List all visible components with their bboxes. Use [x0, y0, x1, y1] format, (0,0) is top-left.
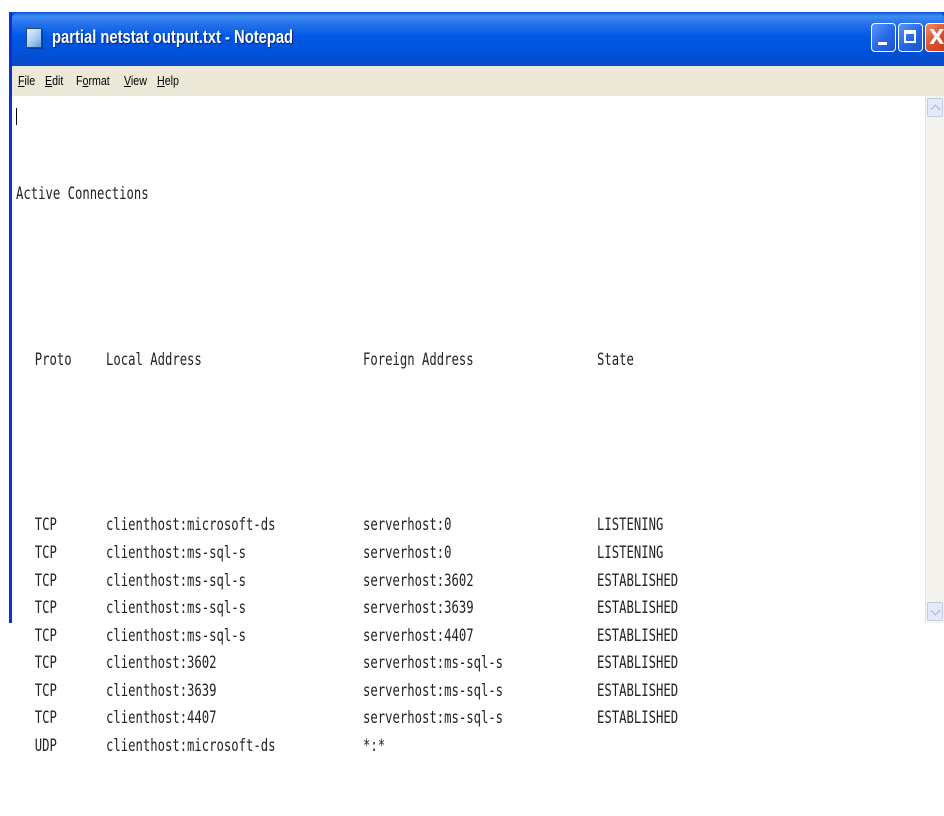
proto-cell: TCP: [34, 708, 57, 729]
table-row: TCP clienthost:3602 serverhost:ms-sql-s EST…: [16, 650, 741, 678]
table-row: UDP clienthost:microsoft-ds *:*: [16, 733, 741, 761]
menu-help-label: elp: [164, 73, 179, 88]
proto-cell: UDP: [34, 736, 57, 757]
text-editor-area[interactable]: Active Connections Proto Local Address F…: [12, 96, 944, 756]
menu-format-label: rmat: [88, 73, 110, 88]
window-title: partial netstat output.txt - Notepad: [52, 27, 294, 47]
state-cell: ESTABLISHED: [597, 570, 679, 591]
local-address-cell: clienthost:4407: [106, 708, 217, 729]
minimize-button[interactable]: [871, 23, 896, 52]
foreign-address-cell: *:*: [363, 736, 386, 757]
state-cell: ESTABLISHED: [597, 598, 679, 619]
menu-bar: File Edit Format View Help: [12, 66, 944, 97]
menu-view[interactable]: View: [124, 73, 147, 88]
menu-edit-label: dit: [52, 73, 64, 88]
table-row: TCP clienthost:microsoft-ds serverhost:0 LI…: [16, 512, 741, 540]
menu-help[interactable]: Help: [157, 73, 179, 88]
proto-cell: TCP: [34, 680, 57, 701]
menu-file-label: ile: [24, 73, 36, 88]
connection-rows: TCP clienthost:microsoft-ds serverhost:0 LI…: [16, 512, 741, 760]
close-button[interactable]: X: [925, 23, 944, 52]
column-header-row: Proto Local Address Foreign Address Stat…: [16, 347, 741, 375]
notepad-icon[interactable]: [26, 28, 42, 48]
scroll-up-arrow-icon[interactable]: [927, 98, 943, 117]
menu-edit[interactable]: Edit: [45, 73, 63, 88]
table-row: TCP clienthost:ms-sql-s serverhost:3639 EST…: [16, 595, 741, 623]
menu-format[interactable]: Format: [76, 73, 110, 88]
state-cell: ESTABLISHED: [597, 653, 679, 674]
heading-line: Active Connections: [16, 184, 149, 205]
local-address-cell: clienthost:ms-sql-s: [106, 542, 247, 563]
close-icon: X: [929, 25, 944, 49]
local-address-cell: clienthost:3602: [106, 653, 217, 674]
proto-cell: TCP: [34, 653, 57, 674]
minimize-icon: [878, 42, 887, 45]
local-address-cell: clienthost:microsoft-ds: [106, 515, 276, 536]
table-row: TCP clienthost:ms-sql-s serverhost:4407 EST…: [16, 623, 741, 651]
state-cell: ESTABLISHED: [597, 680, 679, 701]
local-address-cell: clienthost:microsoft-ds: [106, 736, 276, 757]
state-cell: LISTENING: [597, 542, 664, 563]
proto-cell: TCP: [34, 625, 57, 646]
local-address-cell: clienthost:ms-sql-s: [106, 625, 247, 646]
table-row: TCP clienthost:3639 serverhost:ms-sql-s EST…: [16, 678, 741, 706]
foreign-address-cell: serverhost:3639: [363, 598, 474, 619]
foreign-address-cell: serverhost:0: [363, 515, 452, 536]
column-state: State: [597, 349, 634, 370]
local-address-cell: clienthost:3639: [106, 680, 217, 701]
foreign-address-cell: serverhost:ms-sql-s: [363, 680, 504, 701]
notepad-window: partial netstat output.txt - Notepad X F…: [9, 12, 944, 756]
table-row: TCP clienthost:4407 serverhost:ms-sql-s EST…: [16, 705, 741, 733]
state-cell: ESTABLISHED: [597, 625, 679, 646]
column-local-address: Local Address: [106, 349, 202, 370]
menu-view-label: iew: [130, 73, 147, 88]
proto-cell: TCP: [34, 570, 57, 591]
state-cell: [597, 733, 741, 761]
maximize-icon: [904, 30, 916, 43]
foreign-address-cell: serverhost:ms-sql-s: [363, 653, 504, 674]
menu-edit-mnemonic: E: [45, 73, 53, 88]
local-address-cell: clienthost:ms-sql-s: [106, 570, 247, 591]
state-cell: LISTENING: [597, 515, 664, 536]
menu-file[interactable]: File: [18, 73, 35, 88]
foreign-address-cell: serverhost:0: [363, 542, 452, 563]
table-row: TCP clienthost:ms-sql-s serverhost:3602 EST…: [16, 568, 741, 596]
table-row: TCP clienthost:ms-sql-s serverhost:0 LISTEN…: [16, 540, 741, 568]
proto-cell: TCP: [34, 542, 57, 563]
vertical-scrollbar[interactable]: [925, 96, 944, 623]
local-address-cell: clienthost:ms-sql-s: [106, 598, 247, 619]
scroll-down-arrow-icon[interactable]: [927, 602, 943, 621]
column-foreign-address: Foreign Address: [363, 349, 474, 370]
foreign-address-cell: serverhost:ms-sql-s: [363, 708, 504, 729]
maximize-button[interactable]: [898, 23, 923, 52]
document-text: Active Connections Proto Local Address F…: [16, 126, 741, 816]
foreign-address-cell: serverhost:3602: [363, 570, 474, 591]
title-bar[interactable]: partial netstat output.txt - Notepad X: [12, 12, 944, 66]
proto-cell: TCP: [34, 598, 57, 619]
foreign-address-cell: serverhost:4407: [363, 625, 474, 646]
proto-cell: TCP: [34, 515, 57, 536]
state-cell: ESTABLISHED: [597, 708, 679, 729]
column-proto: Proto: [34, 349, 72, 370]
text-caret: [16, 108, 17, 125]
